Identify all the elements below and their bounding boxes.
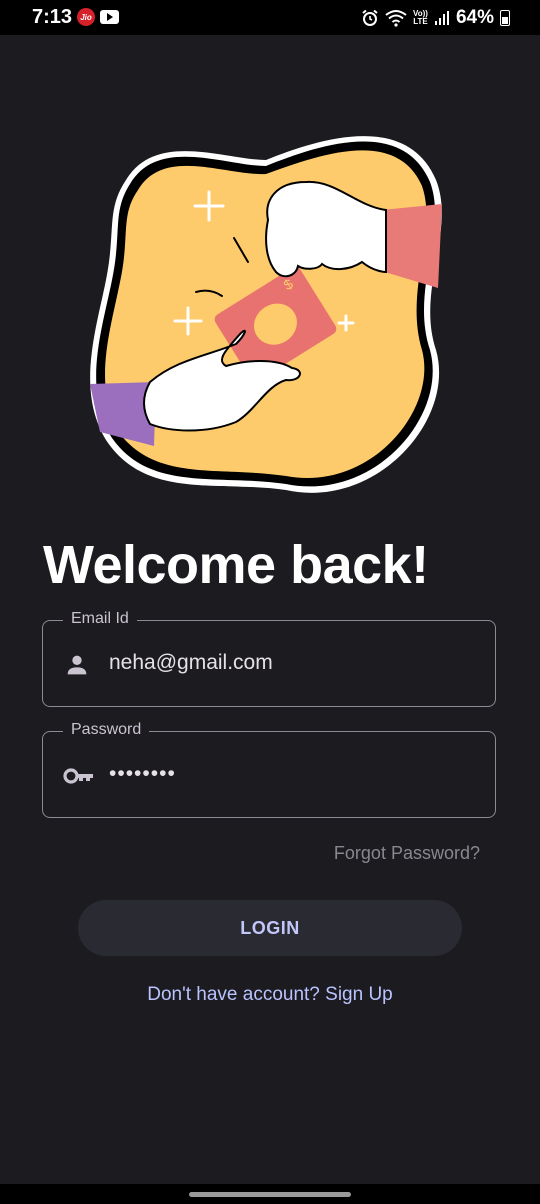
email-field-label: Email Id [63, 610, 137, 628]
status-icons: Vo)) LTE 64% [361, 6, 510, 30]
jio-icon: Jio [77, 8, 95, 26]
volte-icon: Vo)) LTE [413, 10, 428, 26]
password-field[interactable]: Password [42, 721, 496, 818]
money-exchange-illustration: $ [90, 136, 442, 493]
login-button[interactable]: LOGIN [78, 900, 462, 956]
volte-bottom-label: LTE [413, 17, 428, 26]
alarm-icon [361, 9, 379, 27]
email-field[interactable]: Email Id [42, 610, 496, 707]
forgot-password-link[interactable]: Forgot Password? [334, 843, 480, 864]
wifi-icon [385, 9, 407, 27]
signup-link[interactable]: Don't have account? Sign Up [0, 984, 540, 1006]
password-field-label: Password [63, 721, 150, 739]
battery-icon [500, 10, 510, 26]
navigation-bar [0, 1184, 540, 1204]
status-time: 7:13 [32, 6, 73, 28]
key-icon [63, 762, 93, 790]
login-button-label: LOGIN [240, 917, 300, 938]
welcome-title: Welcome back! [43, 535, 429, 595]
email-input[interactable] [109, 651, 469, 675]
signal-icon [434, 10, 450, 26]
home-indicator[interactable] [189, 1192, 351, 1197]
password-input[interactable] [109, 762, 469, 786]
status-bar: 7:13 Jio Vo)) LTE 64% [0, 0, 540, 35]
youtube-icon [100, 10, 119, 24]
battery-percent: 64% [455, 7, 494, 28]
person-icon [63, 651, 91, 679]
